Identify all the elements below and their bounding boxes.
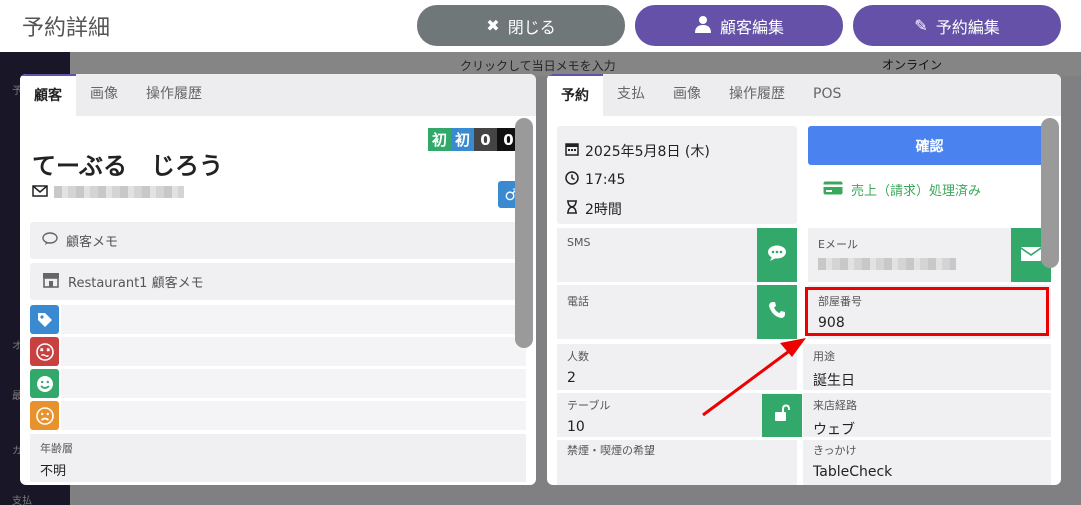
annotation-arrow — [702, 338, 806, 417]
